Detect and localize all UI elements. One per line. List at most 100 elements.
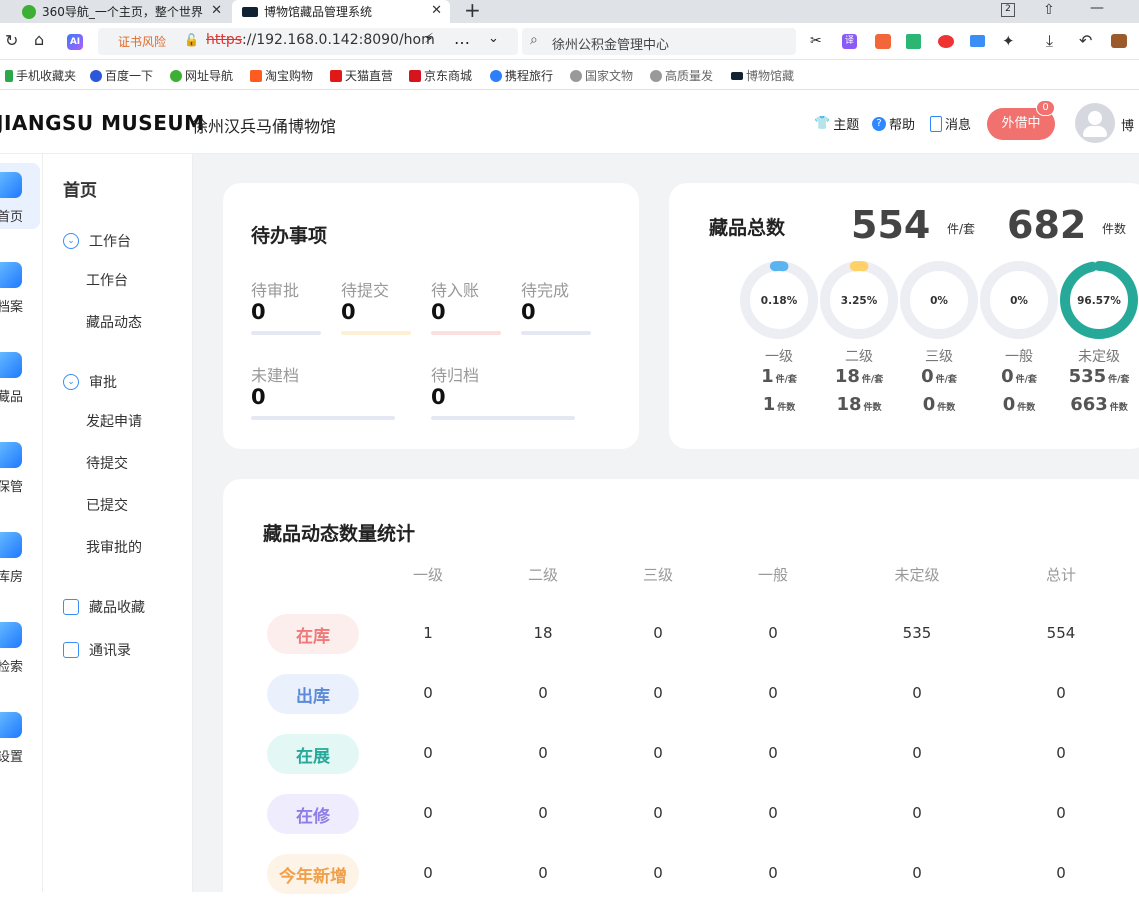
subnav-group-approval[interactable]: ⌄ 审批: [63, 372, 117, 392]
bookmark-item[interactable]: 百度一下: [90, 67, 153, 84]
bookmark-item[interactable]: 淘宝购物: [250, 67, 313, 84]
todo-item[interactable]: 未建档 0: [251, 362, 395, 420]
bookmark-item[interactable]: 网址导航: [170, 67, 233, 84]
search-icon: [0, 622, 22, 648]
table-cell: 18: [533, 624, 553, 642]
nav-label: 设置: [0, 750, 24, 765]
user-name[interactable]: 博: [1121, 115, 1134, 134]
table-cell: 535: [902, 624, 932, 642]
ring-percent: 3.25%: [841, 295, 878, 307]
pin-icon[interactable]: ⇧: [1043, 2, 1055, 18]
items-unit: 件数: [1109, 403, 1128, 413]
level-sets: 0 件/套: [899, 366, 979, 387]
subnav-favorites[interactable]: 藏品收藏: [63, 597, 145, 617]
subnav-item-apply[interactable]: 发起申请: [86, 411, 142, 431]
subnav-contacts[interactable]: 通讯录: [63, 640, 131, 660]
extensions-icon[interactable]: ✦: [1002, 32, 1015, 50]
table-header: 未定级: [894, 566, 940, 584]
more-icon[interactable]: …: [454, 29, 470, 48]
game-icon[interactable]: [875, 34, 891, 49]
logo[interactable]: JIANGSU MUSEUM: [0, 111, 205, 135]
url-text[interactable]: https://192.168.0.142:8090/hom: [206, 32, 435, 48]
todo-item[interactable]: 待入账 0: [431, 277, 501, 335]
sets-value: 18: [834, 366, 860, 387]
message-icon: [930, 115, 942, 132]
todo-item[interactable]: 待审批 0: [251, 277, 321, 335]
tab-museum-system[interactable]: 博物馆藏品管理系统 ✕: [232, 0, 450, 23]
bookmark-item[interactable]: 携程旅行: [490, 67, 553, 84]
subnav-item-my-approvals[interactable]: 我审批的: [86, 537, 142, 557]
subnav-group-workbench[interactable]: ⌄ 工作台: [63, 231, 131, 251]
level-sets: 1 件/套: [739, 366, 819, 387]
translate-icon[interactable]: 译: [842, 34, 857, 49]
chevron-down-icon: ⌄: [63, 374, 79, 390]
level-ring: 0%: [980, 261, 1058, 339]
bookmark-item[interactable]: 手机收藏夹: [5, 67, 76, 84]
ai-icon[interactable]: AI: [67, 34, 83, 50]
todo-item[interactable]: 待归档 0: [431, 362, 575, 420]
briefcase-icon[interactable]: [1111, 34, 1127, 48]
table-cell: 0: [768, 744, 778, 762]
tab-count-icon[interactable]: 2: [1001, 3, 1015, 17]
todo-item[interactable]: 待提交 0: [341, 277, 411, 335]
sets-unit: 件/套: [775, 375, 797, 385]
message-button[interactable]: 消息: [930, 114, 971, 133]
table-header: 总计: [1045, 566, 1076, 584]
level-sets: 535 件/套: [1059, 366, 1139, 387]
row-label-pill[interactable]: 在展: [267, 734, 359, 774]
table-cell: 0: [912, 864, 922, 882]
row-label-pill[interactable]: 在修: [267, 794, 359, 834]
url-path: ://192.168.0.142:8090/hom: [242, 32, 435, 48]
app-header: JIANGSU MUSEUM 徐州汉兵马俑博物馆 👕 主题 ? 帮助 消息 外借中 …: [0, 91, 1139, 154]
address-bar[interactable]: 证书风险 🔓 https://192.168.0.142:8090/hom ⚡ …: [98, 28, 518, 55]
level-items: 0 件数: [899, 394, 979, 415]
home-icon[interactable]: ⌂: [34, 30, 44, 49]
items-unit: 件数: [937, 403, 956, 413]
weibo-icon[interactable]: [938, 35, 954, 48]
table-cell: 0: [653, 804, 663, 822]
scissors-icon[interactable]: ✂: [810, 33, 822, 49]
theme-button[interactable]: 👕 主题: [814, 114, 859, 133]
bookmark-item[interactable]: 高质量发: [650, 67, 713, 84]
bookmark-item[interactable]: 天猫直营: [330, 67, 393, 84]
reload-icon[interactable]: ↻: [5, 31, 18, 50]
download-icon[interactable]: ⤓: [1046, 31, 1053, 51]
table-cell: 0: [423, 744, 433, 762]
avatar[interactable]: [1075, 103, 1115, 143]
row-label-pill[interactable]: 在库: [267, 614, 359, 654]
chevron-down-icon[interactable]: ⌄: [488, 31, 499, 46]
bookmark-item[interactable]: 国家文物: [570, 67, 633, 84]
subnav-item-workbench[interactable]: 工作台: [86, 270, 128, 290]
new-tab-icon[interactable]: +: [464, 0, 481, 22]
360-logo-icon: [22, 4, 36, 19]
subnav-title: 首页: [63, 181, 97, 201]
undo-icon[interactable]: ↶: [1079, 31, 1092, 50]
home-icon: [0, 172, 22, 198]
bookmark-item[interactable]: 京东商城: [409, 67, 472, 84]
search-input[interactable]: 徐州公积金管理中心: [552, 34, 669, 53]
lightning-icon[interactable]: ⚡: [424, 31, 434, 47]
office-icon[interactable]: [906, 34, 921, 49]
bookmark-item[interactable]: 博物馆藏: [731, 67, 794, 84]
tab-360-nav[interactable]: 360导航_一个主页，整个世界 ✕: [0, 0, 230, 23]
mail-icon[interactable]: [970, 35, 985, 47]
table-cell: 554: [1046, 624, 1076, 642]
cert-warning[interactable]: 证书风险: [118, 33, 166, 50]
bookmark-label: 网址导航: [185, 69, 234, 83]
level-sets: 18 件/套: [819, 366, 899, 387]
search-box[interactable]: ⌕ 徐州公积金管理中心: [522, 28, 796, 55]
subnav-item-pending-submit[interactable]: 待提交: [86, 453, 128, 473]
loan-badge: 0: [1036, 100, 1055, 116]
logo-left: JIANGSU: [0, 111, 94, 135]
subnav-item-submitted[interactable]: 已提交: [86, 495, 128, 515]
row-label-pill[interactable]: 出库: [267, 674, 359, 714]
close-tab-icon[interactable]: ✕: [431, 3, 442, 18]
table-cell: 0: [423, 804, 433, 822]
minimize-icon[interactable]: —: [1090, 0, 1104, 16]
subnav-item-dynamics[interactable]: 藏品动态: [86, 312, 142, 332]
help-button[interactable]: ? 帮助: [872, 114, 915, 133]
close-tab-icon[interactable]: ✕: [211, 3, 222, 18]
todo-item[interactable]: 待完成 0: [521, 277, 591, 335]
row-label-pill[interactable]: 今年新增: [267, 854, 359, 894]
level-name: 一般: [1005, 349, 1033, 365]
